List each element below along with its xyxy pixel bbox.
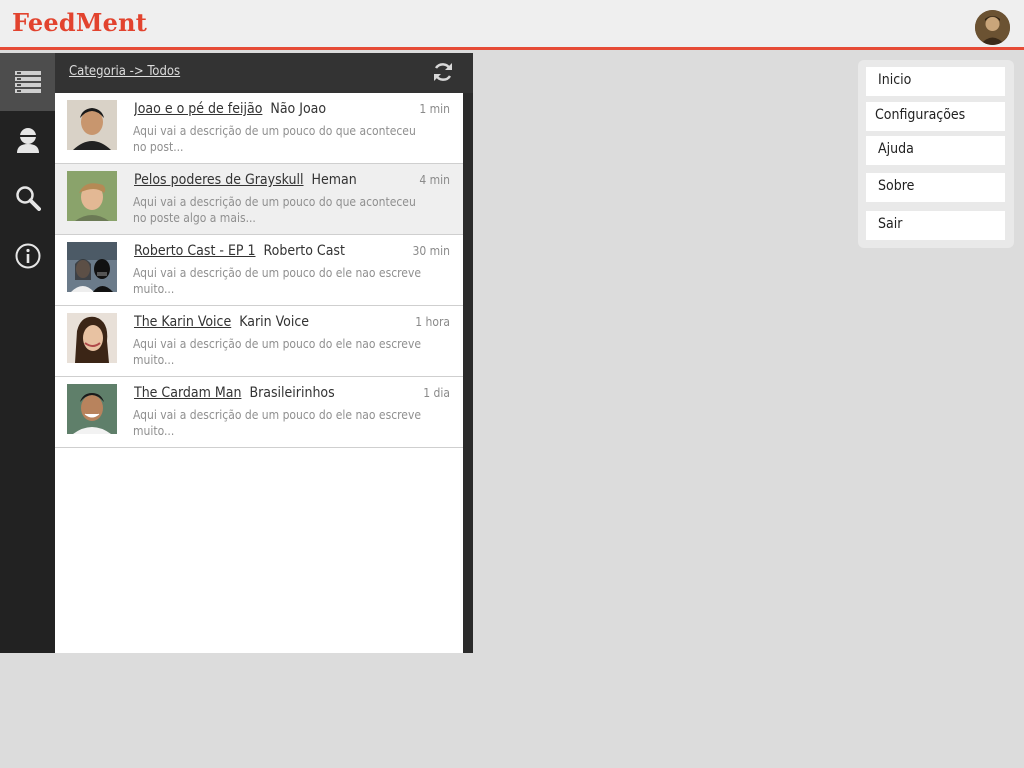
feed-item-time: 1 hora <box>415 315 450 329</box>
feed-item-description: Aqui vai a descrição de um pouco do que … <box>133 124 416 154</box>
feed-item-time: 30 min <box>412 244 450 258</box>
info-icon <box>15 243 40 269</box>
rail-item-info[interactable] <box>0 227 55 285</box>
app-logo[interactable]: FeedMent <box>12 8 147 37</box>
search-icon <box>15 186 41 211</box>
feed-item-author: Heman <box>311 172 357 188</box>
menu-item-ajuda[interactable]: Ajuda <box>866 136 1005 165</box>
feed-item[interactable]: The Cardam Man Brasileirinhos 1 dia Aqui… <box>55 377 463 448</box>
feed-panel-header: Categoria -> Todos <box>55 53 473 93</box>
feed-item-author: Roberto Cast <box>263 243 345 259</box>
feed-thumbnail <box>67 100 117 150</box>
feed-item-author: Karin Voice <box>239 314 310 330</box>
dropdown-menu: Inicio Configurações Ajuda Sobre Sair <box>858 60 1014 248</box>
list-icon <box>14 71 41 93</box>
menu-item-sobre[interactable]: Sobre <box>866 173 1005 202</box>
feed-item-author: Brasileirinhos <box>249 385 335 401</box>
menu-item-inicio[interactable]: Inicio <box>866 67 1005 96</box>
feed-item-description: Aqui vai a descrição de um pouco do que … <box>133 195 416 225</box>
feed-item-description: Aqui vai a descrição de um pouco do ele … <box>133 408 421 438</box>
menu-item-sair[interactable]: Sair <box>866 211 1005 240</box>
feed-item-title[interactable]: Roberto Cast - EP 1 <box>134 243 256 259</box>
breadcrumb[interactable]: Categoria -> Todos <box>69 64 180 79</box>
rail-item-profile[interactable] <box>0 111 55 169</box>
user-avatar-icon <box>975 10 1010 45</box>
menu-item-configuracoes[interactable]: Configurações <box>866 102 1005 131</box>
feed-thumbnail <box>67 242 117 292</box>
refresh-button[interactable] <box>431 60 455 84</box>
user-avatar[interactable] <box>975 10 1010 45</box>
feed-item-description: Aqui vai a descrição de um pouco do ele … <box>133 337 421 367</box>
feed-item-title[interactable]: Joao e o pé de feijão <box>134 101 262 117</box>
rail-item-search[interactable] <box>0 169 55 227</box>
feed-thumbnail <box>67 384 117 434</box>
rail-item-feeds[interactable] <box>0 53 55 111</box>
user-icon <box>16 128 39 153</box>
feed-item-author: Não Joao <box>270 101 327 117</box>
feed-item[interactable]: Pelos poderes de Grayskull Heman 4 min A… <box>55 164 463 235</box>
feed-item-time: 1 min <box>419 102 450 116</box>
sidebar-rail <box>0 53 55 653</box>
feed-thumbnail <box>67 171 117 221</box>
feed-item-time: 4 min <box>419 173 450 187</box>
feed-item[interactable]: Joao e o pé de feijão Não Joao 1 min Aqu… <box>55 93 463 164</box>
feed-list: Joao e o pé de feijão Não Joao 1 min Aqu… <box>55 93 463 653</box>
feed-item-time: 1 dia <box>423 386 450 400</box>
feed-item-title[interactable]: The Karin Voice <box>134 314 231 330</box>
feed-item[interactable]: The Karin Voice Karin Voice 1 hora Aqui … <box>55 306 463 377</box>
feed-panel: Categoria -> Todos Joao e o pé de feijão… <box>55 53 473 653</box>
refresh-icon <box>434 63 452 81</box>
feed-item-description: Aqui vai a descrição de um pouco do ele … <box>133 266 421 296</box>
feed-item-title[interactable]: The Cardam Man <box>134 385 241 401</box>
feed-thumbnail <box>67 313 117 363</box>
feed-item[interactable]: Roberto Cast - EP 1 Roberto Cast 30 min … <box>55 235 463 306</box>
top-header: FeedMent <box>0 0 1024 50</box>
feed-item-title[interactable]: Pelos poderes de Grayskull <box>134 172 304 188</box>
